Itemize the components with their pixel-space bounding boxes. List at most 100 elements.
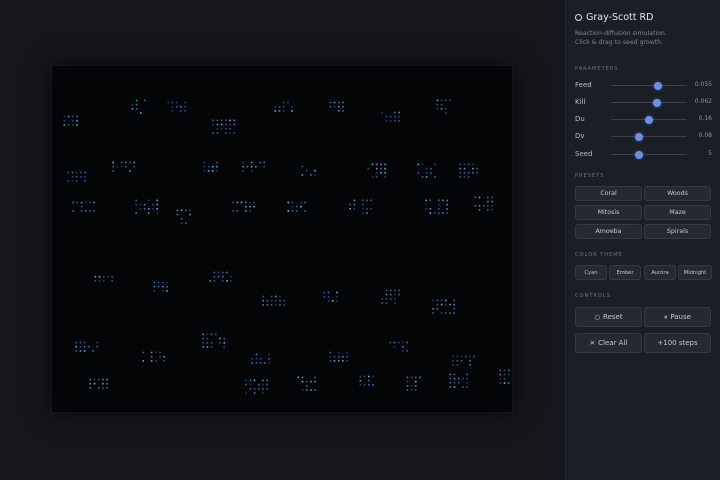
param-value: 0.16 bbox=[698, 115, 712, 122]
spot-cluster bbox=[329, 101, 344, 112]
spot-cluster bbox=[432, 299, 455, 314]
theme-aurora-button[interactable]: Aurora bbox=[644, 265, 676, 280]
spot-cluster bbox=[242, 161, 265, 172]
spot-cluster bbox=[459, 163, 478, 178]
spot-cluster bbox=[425, 199, 448, 214]
param-label: Dv bbox=[575, 132, 585, 140]
spot-cluster bbox=[251, 353, 270, 364]
clear-all-label: Clear All bbox=[598, 339, 628, 347]
spot-cluster bbox=[452, 355, 475, 366]
preset-mitosis-button[interactable]: Mitosis bbox=[575, 205, 642, 220]
spot-cluster bbox=[417, 163, 436, 178]
spot-cluster bbox=[63, 115, 78, 126]
param-value: 0.08 bbox=[698, 132, 712, 139]
spot-cluster bbox=[89, 378, 108, 389]
spot-cluster bbox=[72, 201, 95, 212]
spot-cluster bbox=[245, 379, 268, 394]
spot-cluster bbox=[209, 271, 232, 282]
spot-cluster bbox=[153, 281, 168, 292]
param-label: Seed bbox=[575, 150, 593, 158]
param-feed-slider[interactable] bbox=[611, 81, 687, 90]
spot-cluster bbox=[232, 201, 255, 212]
simulation-stage bbox=[0, 0, 565, 480]
spot-cluster bbox=[274, 101, 293, 112]
spot-cluster bbox=[301, 165, 316, 176]
circle-icon bbox=[575, 14, 582, 21]
spot-cluster bbox=[212, 119, 235, 134]
spot-cluster bbox=[94, 275, 113, 282]
spot-cluster bbox=[203, 161, 218, 172]
spot-cluster bbox=[449, 373, 468, 388]
control-panel: Gray-Scott RD Reaction-diffusion simulat… bbox=[565, 0, 720, 480]
spot-cluster bbox=[323, 291, 338, 302]
app-title: Gray-Scott RD bbox=[575, 12, 653, 23]
reset-icon: ○ bbox=[594, 313, 601, 321]
param-du-slider[interactable] bbox=[611, 115, 687, 124]
pause-label: Pause bbox=[670, 313, 691, 321]
param-seed-row: Seed 5 bbox=[575, 149, 712, 159]
section-parameters: PARAMETERS bbox=[575, 66, 619, 72]
theme-ember-button[interactable]: Ember bbox=[609, 265, 641, 280]
section-presets: PRESETS bbox=[575, 173, 605, 179]
reaction-diffusion-field[interactable] bbox=[52, 66, 512, 412]
slider-thumb[interactable] bbox=[645, 115, 653, 124]
preset-amoeba-button[interactable]: Amoeba bbox=[575, 224, 642, 239]
slider-thumb[interactable] bbox=[653, 98, 662, 107]
spot-cluster bbox=[297, 376, 316, 391]
spot-cluster bbox=[262, 295, 285, 306]
spot-cluster bbox=[135, 199, 158, 214]
slider-thumb[interactable] bbox=[654, 81, 663, 90]
spot-cluster bbox=[381, 289, 400, 304]
param-seed-slider[interactable] bbox=[611, 150, 687, 159]
param-value: 5 bbox=[708, 150, 712, 157]
app-description: Reaction-diffusion simulation. Click & d… bbox=[575, 29, 715, 47]
x-icon: ✕ bbox=[589, 339, 596, 347]
spot-cluster bbox=[349, 199, 372, 214]
reset-label: Reset bbox=[603, 313, 623, 321]
spot-cluster bbox=[176, 209, 191, 224]
preset-spirals-button[interactable]: Spirals bbox=[644, 224, 711, 239]
preset-woods-button[interactable]: Woods bbox=[644, 186, 711, 201]
param-kill-slider[interactable] bbox=[611, 98, 687, 107]
reset-button[interactable]: ○ Reset bbox=[575, 307, 642, 327]
slider-thumb[interactable] bbox=[635, 132, 644, 141]
param-dv-row: Dv 0.08 bbox=[575, 131, 712, 141]
spot-cluster bbox=[75, 341, 98, 352]
step-button[interactable]: +100 steps bbox=[644, 333, 711, 353]
spot-cluster bbox=[67, 171, 86, 182]
spot-cluster bbox=[142, 351, 165, 362]
spot-cluster bbox=[329, 351, 348, 362]
param-label: Kill bbox=[575, 98, 586, 106]
spot-cluster bbox=[167, 101, 186, 112]
theme-midnight-button[interactable]: Midnight bbox=[678, 265, 712, 280]
spot-cluster bbox=[359, 375, 374, 386]
param-du-row: Du 0.16 bbox=[575, 114, 712, 124]
theme-cyan-button[interactable]: Cyan bbox=[575, 265, 607, 280]
section-controls: CONTROLS bbox=[575, 293, 611, 299]
param-label: Du bbox=[575, 115, 585, 123]
description-line: Reaction-diffusion simulation. bbox=[575, 30, 667, 37]
simulation-canvas[interactable] bbox=[52, 66, 512, 412]
spot-cluster bbox=[381, 111, 400, 122]
param-dv-slider[interactable] bbox=[611, 132, 687, 141]
pause-icon: ⏸ bbox=[664, 312, 668, 321]
description-line: Click & drag to seed growth. bbox=[575, 39, 664, 46]
spot-cluster bbox=[287, 201, 306, 212]
preset-coral-button[interactable]: Coral bbox=[575, 186, 642, 201]
spot-cluster bbox=[112, 161, 135, 172]
preset-maze-button[interactable]: Maze bbox=[644, 205, 711, 220]
param-value: 0.062 bbox=[694, 98, 712, 105]
spot-cluster bbox=[202, 333, 225, 348]
param-kill-row: Kill 0.062 bbox=[575, 97, 712, 107]
spot-cluster bbox=[389, 341, 408, 352]
param-feed-row: Feed 0.055 bbox=[575, 80, 712, 90]
spot-cluster bbox=[367, 163, 386, 178]
pause-button[interactable]: ⏸ Pause bbox=[644, 307, 711, 327]
slider-thumb[interactable] bbox=[635, 150, 644, 159]
param-value: 0.055 bbox=[694, 81, 712, 88]
spot-cluster bbox=[474, 196, 493, 211]
section-color-theme: COLOR THEME bbox=[575, 252, 623, 258]
spot-cluster bbox=[436, 99, 451, 114]
app-title-text: Gray-Scott RD bbox=[586, 12, 654, 23]
clear-all-button[interactable]: ✕ Clear All bbox=[575, 333, 642, 353]
